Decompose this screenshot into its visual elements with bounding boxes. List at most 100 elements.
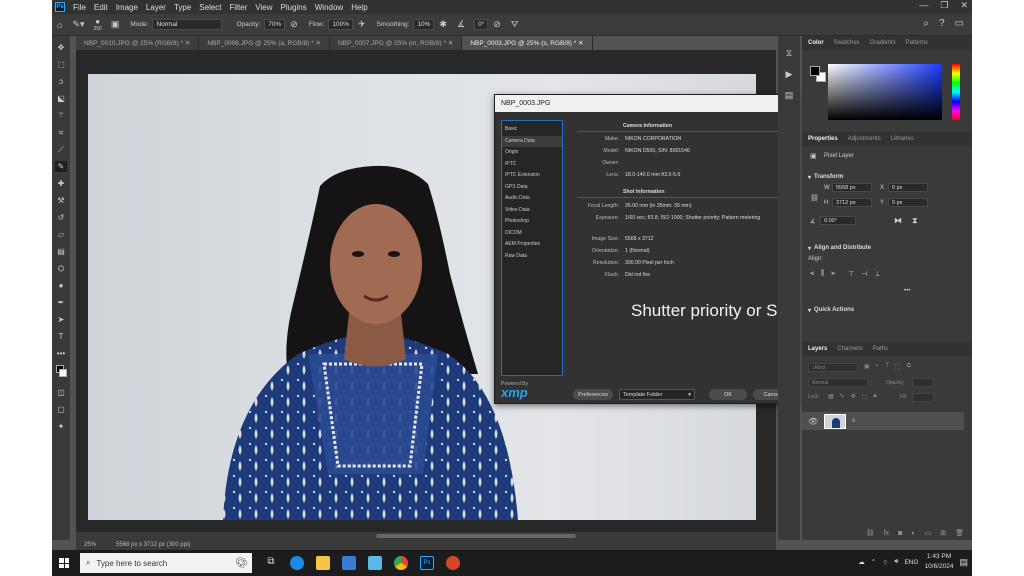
start-button[interactable]	[52, 550, 76, 576]
y-field[interactable]: 0 px	[888, 198, 928, 207]
visibility-eye-icon[interactable]: 👁︎	[808, 417, 818, 426]
sidebar-item-camera-data[interactable]: Camera Data	[502, 135, 562, 147]
group-icon[interactable]: ▭	[925, 529, 932, 537]
network-icon[interactable]: ⌔	[882, 558, 888, 567]
layer-kind-filter[interactable]: ⌕ Kind	[808, 363, 858, 372]
magic-wand-tool-icon[interactable]: ⚚	[55, 110, 67, 121]
text-tool-icon[interactable]: T	[55, 331, 67, 342]
quick-actions-chevron-icon[interactable]: ▾	[808, 307, 811, 314]
layer-name[interactable]: s	[852, 418, 855, 424]
sidebar-item-basic[interactable]: Basic	[502, 124, 562, 136]
sidebar-item-raw-data[interactable]: Raw Data	[502, 251, 562, 263]
help-icon[interactable]: ?	[939, 18, 945, 29]
height-field[interactable]: 3712 px	[832, 198, 872, 207]
flip-vertical-icon[interactable]: ⧗	[912, 216, 918, 226]
sidebar-item-iptc[interactable]: IPTC	[502, 159, 562, 171]
blend-mode-select[interactable]: Normal	[808, 378, 868, 387]
file-explorer-icon[interactable]	[316, 556, 330, 570]
lock-move-icon[interactable]: ✥	[851, 393, 856, 400]
menu-plugins[interactable]: Plugins	[281, 3, 307, 12]
tab-nbp-0003[interactable]: NBP_0003.JPG @ 25% (s, RGB/8) * ✕	[462, 36, 593, 50]
menu-edit[interactable]: Edit	[94, 3, 108, 12]
tab-adjustments[interactable]: Adjustments	[848, 136, 881, 142]
more-options-icon[interactable]: •••	[904, 288, 910, 294]
delete-layer-icon[interactable]: 🗑︎	[955, 529, 964, 537]
lock-paint-icon[interactable]: ✎	[840, 393, 845, 400]
workspace-icon[interactable]: ▭	[955, 18, 964, 29]
pen-tool-icon[interactable]: ✒	[55, 297, 67, 308]
lock-all-icon[interactable]: 🔒︎	[873, 393, 876, 400]
filter-pixel-icon[interactable]: ▣	[864, 363, 870, 370]
history-brush-icon[interactable]: ↺	[55, 212, 67, 223]
layer-opacity-field[interactable]	[912, 378, 934, 387]
tab-color[interactable]: Color	[808, 40, 824, 46]
generative-icon[interactable]: ✦	[55, 421, 67, 432]
hue-slider[interactable]	[952, 64, 960, 120]
width-field[interactable]: 5568 px	[832, 183, 872, 192]
volume-icon[interactable]: 🔊︎	[894, 558, 898, 566]
tab-layers[interactable]: Layers	[808, 346, 827, 352]
brush-tool-icon[interactable]: ✎	[55, 161, 67, 172]
tab-swatches[interactable]: Swatches	[834, 40, 860, 46]
sidebar-item-origin[interactable]: Origin	[502, 147, 562, 159]
filter-adjustment-icon[interactable]: ◐	[876, 363, 880, 370]
sidebar-item-dicom[interactable]: DICOM	[502, 228, 562, 240]
lock-pixels-icon[interactable]: ▦	[828, 393, 834, 400]
menu-type[interactable]: Type	[174, 3, 191, 12]
maximize-icon[interactable]: ❐	[940, 0, 948, 11]
powerpoint-icon[interactable]	[446, 556, 460, 570]
align-center-icon[interactable]: ⫼	[821, 270, 824, 278]
menu-file[interactable]: File	[73, 3, 86, 12]
search-icon[interactable]: ⌕	[923, 18, 929, 29]
color-swatches-icon[interactable]	[55, 365, 67, 381]
quick-mask-icon[interactable]: ◫	[55, 387, 67, 398]
filter-smart-icon[interactable]: ⧉	[907, 363, 911, 370]
task-view-icon[interactable]: ⧉	[264, 556, 278, 570]
blur-tool-icon[interactable]: ⌬	[55, 263, 67, 274]
store-icon[interactable]	[368, 556, 382, 570]
foreground-color-swatch[interactable]	[810, 66, 820, 76]
color-picker-field[interactable]	[828, 64, 942, 120]
tab-properties[interactable]: Properties	[808, 136, 838, 142]
link-layers-icon[interactable]: ⛓	[866, 529, 875, 537]
tab-libraries[interactable]: Libraries	[891, 136, 914, 142]
menu-window[interactable]: Window	[315, 3, 343, 12]
align-bottom-icon[interactable]: ⊥	[874, 270, 880, 278]
brush-preset-icon[interactable]: ●	[95, 17, 100, 26]
scrollbar-thumb[interactable]	[376, 534, 576, 538]
notifications-icon[interactable]: ▤	[959, 557, 968, 568]
home-icon[interactable]: ⌂	[57, 20, 62, 30]
transform-chevron-icon[interactable]: ▾	[808, 174, 811, 181]
more-tools-icon[interactable]: •••	[55, 348, 67, 359]
tab-gradients[interactable]: Gradients	[870, 40, 896, 46]
sidebar-item-gps-data[interactable]: GPS Data	[502, 182, 562, 194]
adjustment-layer-icon[interactable]: ◐	[911, 530, 915, 537]
flip-horizontal-icon[interactable]: ⧓	[894, 216, 902, 225]
healing-tool-icon[interactable]: ✚	[55, 178, 67, 189]
tab-nbp-0010[interactable]: NBP_0010.JPG @ 25% (RGB/8) * ✕	[76, 36, 200, 50]
layer-fill-field[interactable]	[912, 393, 934, 402]
chrome-icon[interactable]	[394, 556, 408, 570]
symmetry-icon[interactable]: ⛛	[511, 19, 519, 30]
menu-layer[interactable]: Layer	[146, 3, 166, 12]
pressure-size-icon[interactable]: ⊘	[493, 19, 501, 30]
pressure-opacity-icon[interactable]: ⊘	[290, 19, 298, 30]
move-tool-icon[interactable]: ✥	[55, 42, 67, 53]
ok-button[interactable]: OK	[709, 389, 747, 400]
menu-help[interactable]: Help	[351, 3, 367, 12]
minimize-icon[interactable]: —	[919, 0, 928, 11]
weather-icon[interactable]: ☁	[858, 558, 865, 566]
fx-icon[interactable]: fx	[884, 530, 889, 537]
smoothing-settings-icon[interactable]: ✱	[439, 19, 447, 30]
angle-field[interactable]: 0°	[474, 19, 489, 30]
tab-nbp-0007[interactable]: NBP_0007.JPG @ 25% (m, RGB/8) * ✕	[329, 36, 463, 50]
sidebar-item-aem-properties[interactable]: AEM Properties	[502, 239, 562, 251]
tab-channels[interactable]: Channels	[837, 346, 862, 352]
stamp-tool-icon[interactable]: ⚒	[55, 195, 67, 206]
new-layer-icon[interactable]: ⊞	[940, 529, 946, 537]
menu-image[interactable]: Image	[116, 3, 138, 12]
marquee-tool-icon[interactable]: ⬚	[55, 59, 67, 70]
actions-icon[interactable]: ▶	[786, 69, 793, 80]
lasso-tool-icon[interactable]: ↄ	[55, 76, 67, 87]
object-select-tool-icon[interactable]: ⬕	[55, 93, 67, 104]
